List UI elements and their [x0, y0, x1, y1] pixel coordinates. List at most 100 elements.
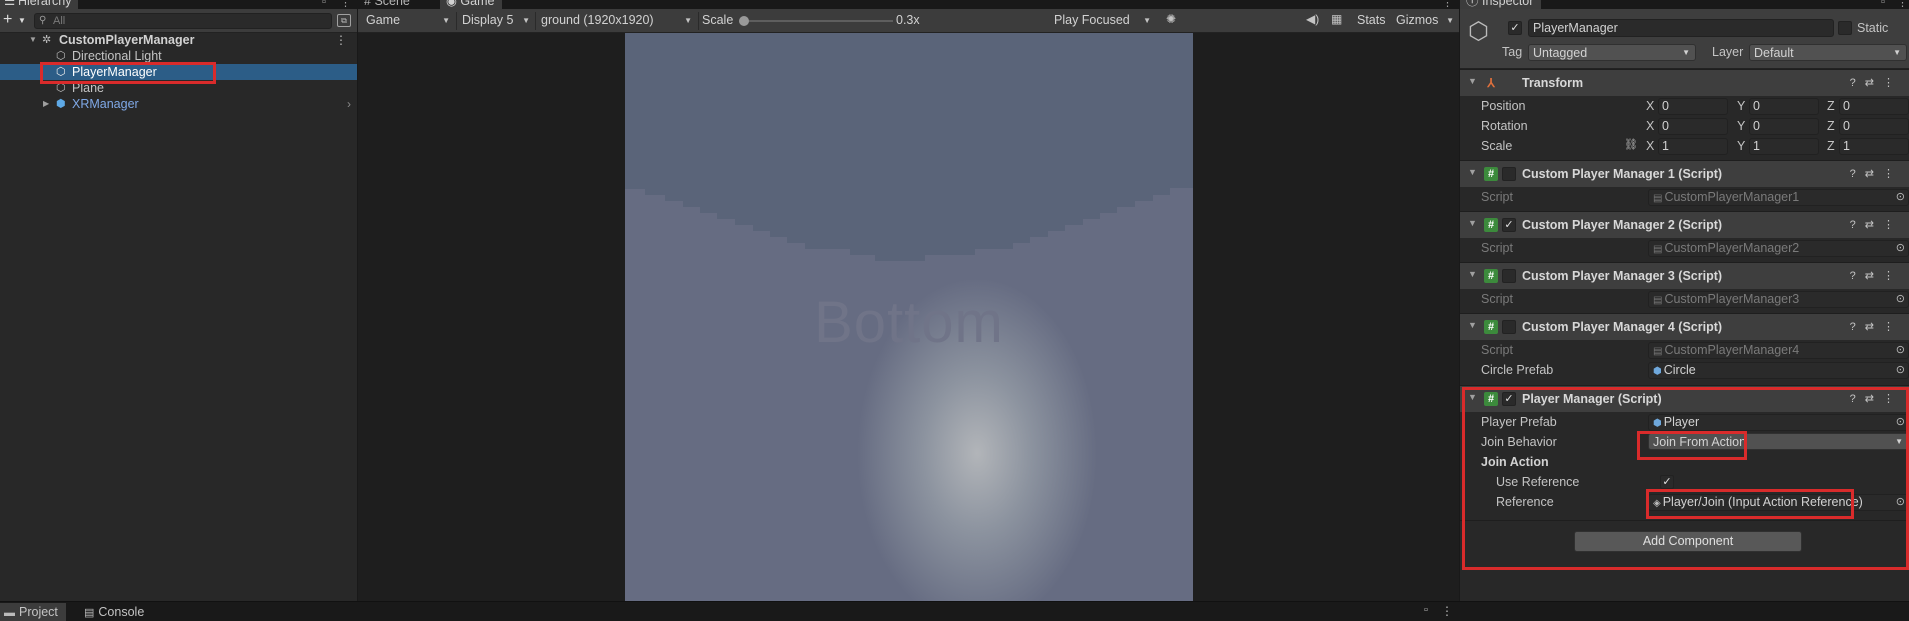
tab-project[interactable]: ▬ Project: [0, 603, 66, 621]
script-field[interactable]: ▤ CustomPlayerManager4 ⊙: [1648, 342, 1909, 359]
custom-player-manager-4-header[interactable]: ▼ # Custom Player Manager 4 (Script) ?⇄⋮: [1460, 313, 1909, 340]
component-header-icons[interactable]: ?⇄⋮: [1850, 167, 1903, 180]
lock-icon[interactable]: ▫: [1881, 0, 1885, 8]
rotation-y-value[interactable]: 0: [1749, 118, 1819, 135]
transform-component-header[interactable]: ▼ ⅄ Transform ?⇄⋮: [1460, 69, 1909, 96]
script-field[interactable]: ▤ CustomPlayerManager1 ⊙: [1648, 189, 1909, 206]
presets-icon: ⇄: [1864, 270, 1883, 282]
play-mode-dropdown[interactable]: Play Focused ▼: [1050, 11, 1155, 30]
layer-dropdown[interactable]: Default ▼: [1749, 44, 1907, 61]
script-icon: #: [1484, 218, 1498, 232]
component-header-icons[interactable]: ?⇄⋮: [1850, 269, 1903, 282]
expand-down-icon[interactable]: ▼: [29, 32, 37, 48]
tag-dropdown[interactable]: Untagged ▼: [1528, 44, 1696, 61]
caret-down-icon: ▼: [1143, 16, 1151, 25]
component-enabled-checkbox[interactable]: ✓: [1502, 218, 1516, 232]
scale-z-value[interactable]: 1: [1839, 138, 1909, 155]
audio-mute-icon[interactable]: ◀): [1306, 12, 1319, 26]
script-file-icon: ▤: [1653, 244, 1663, 255]
add-icon[interactable]: +: [3, 12, 12, 28]
fold-down-icon[interactable]: ▼: [1468, 320, 1477, 330]
stats-button[interactable]: Stats: [1357, 11, 1386, 30]
rotation-x-value[interactable]: 0: [1658, 118, 1728, 135]
bug-icon[interactable]: ✺: [1166, 12, 1176, 26]
component-header-icons[interactable]: ?⇄⋮: [1850, 76, 1903, 89]
tab-inspector[interactable]: ⓘ Inspector: [1460, 0, 1542, 9]
fold-down-icon[interactable]: ▼: [1468, 218, 1477, 228]
chevron-right-icon[interactable]: ›: [347, 96, 351, 112]
custom-player-manager-2-header[interactable]: ▼ # ✓ Custom Player Manager 2 (Script) ?…: [1460, 211, 1909, 238]
component-header-icons[interactable]: ?⇄⋮: [1850, 218, 1903, 231]
keyboard-icon[interactable]: ▦: [1331, 12, 1342, 26]
static-checkbox[interactable]: [1838, 21, 1852, 35]
component-enabled-checkbox[interactable]: [1502, 269, 1516, 283]
more-icon[interactable]: ⋮: [335, 32, 347, 48]
scale-x-value[interactable]: 1: [1658, 138, 1728, 155]
position-x-value[interactable]: 0: [1658, 98, 1728, 115]
tab-menu-icon[interactable]: ⋮: [1442, 0, 1453, 9]
tab-hierarchy[interactable]: ☰ Hierarchy: [0, 0, 78, 9]
object-picker-icon[interactable]: ⊙: [1896, 343, 1905, 358]
presets-icon: ⇄: [1864, 219, 1883, 231]
position-y-value[interactable]: 0: [1749, 98, 1819, 115]
link-icon[interactable]: ⛓: [1624, 138, 1638, 151]
fold-down-icon[interactable]: ▼: [1468, 76, 1477, 86]
component-header-icons[interactable]: ?⇄⋮: [1850, 320, 1903, 333]
tab-menu-icon[interactable]: ⋮: [1441, 604, 1453, 618]
game-mode-dropdown[interactable]: Game ▼: [362, 11, 454, 30]
folder-icon: ▬: [4, 607, 15, 619]
hierarchy-item-xr-manager[interactable]: ▶ ⬢ XRManager ›: [0, 96, 357, 112]
lock-icon[interactable]: ▫: [322, 0, 326, 8]
script-field[interactable]: ▤ CustomPlayerManager3 ⊙: [1648, 291, 1909, 308]
scale-y-value[interactable]: 1: [1749, 138, 1819, 155]
hierarchy-item-label: CustomPlayerManager: [59, 33, 195, 47]
object-picker-icon[interactable]: ⊙: [1896, 292, 1905, 307]
caret-down-icon: ▼: [1682, 48, 1690, 57]
static-label: Static: [1857, 21, 1889, 35]
script-file-icon: ▤: [1653, 193, 1663, 204]
fold-down-icon[interactable]: ▼: [1468, 167, 1477, 177]
custom-player-manager-3-header[interactable]: ▼ # Custom Player Manager 3 (Script) ?⇄⋮: [1460, 262, 1909, 289]
circle-prefab-field[interactable]: ⬢ Circle ⊙: [1648, 362, 1909, 379]
hierarchy-item-custom-player-manager[interactable]: ▼ ✲ CustomPlayerManager ⋮: [0, 32, 357, 48]
hierarchy-search[interactable]: ⚲: [34, 13, 332, 29]
lock-icon[interactable]: ▫: [1424, 604, 1428, 616]
custom-player-manager-1-header[interactable]: ▼ # Custom Player Manager 1 (Script) ?⇄⋮: [1460, 160, 1909, 187]
object-name-field[interactable]: PlayerManager: [1528, 19, 1834, 37]
object-picker-icon[interactable]: ⊙: [1896, 190, 1905, 205]
prefab-icon: ⬢: [56, 98, 66, 110]
object-picker-icon[interactable]: ⊙: [1896, 241, 1905, 256]
tab-menu-icon[interactable]: ⋮: [340, 0, 351, 9]
component-enabled-checkbox[interactable]: [1502, 320, 1516, 334]
script-row: Script ▤ CustomPlayerManager3 ⊙: [1460, 289, 1909, 309]
hierarchy-search-input[interactable]: [53, 14, 323, 28]
component-enabled-checkbox[interactable]: [1502, 167, 1516, 181]
script-field[interactable]: ▤ CustomPlayerManager2 ⊙: [1648, 240, 1909, 257]
scale-slider[interactable]: [739, 16, 893, 26]
tab-game[interactable]: ◉ Game: [440, 0, 503, 9]
active-checkbox[interactable]: ✓: [1508, 21, 1522, 35]
layer-label: Layer: [1712, 45, 1744, 59]
position-label: Position: [1481, 99, 1526, 113]
expand-right-icon[interactable]: ▶: [43, 96, 49, 112]
tab-menu-icon[interactable]: ⋮: [1897, 0, 1908, 9]
script-row: Script ▤ CustomPlayerManager2 ⊙: [1460, 238, 1909, 258]
scale-slider-knob[interactable]: [739, 16, 749, 26]
object-picker-icon[interactable]: ⊙: [1896, 363, 1905, 378]
tab-console[interactable]: ▤ Console: [80, 603, 152, 621]
position-z-value[interactable]: 0: [1839, 98, 1909, 115]
transform-title: Transform: [1522, 76, 1584, 90]
gizmos-dropdown[interactable]: Gizmos ▼: [1392, 11, 1458, 30]
game-viewport[interactable]: Bottom: [625, 33, 1193, 601]
highlight-box-player-manager-component: [1462, 387, 1909, 570]
gizmos-label: Gizmos: [1396, 13, 1439, 27]
fold-down-icon[interactable]: ▼: [1468, 269, 1477, 279]
tab-hierarchy-label: Hierarchy: [18, 0, 72, 8]
caret-down-icon[interactable]: ▼: [18, 16, 26, 25]
rotation-z-value[interactable]: 0: [1839, 118, 1909, 135]
presets-icon: ⇄: [1864, 321, 1883, 333]
resolution-dropdown[interactable]: ground (1920x1920) ▼: [537, 11, 696, 30]
display-dropdown[interactable]: Display 5 ▼: [458, 11, 534, 30]
tab-scene[interactable]: # Scene: [358, 0, 418, 9]
filter-icon[interactable]: ⧉: [337, 14, 351, 27]
